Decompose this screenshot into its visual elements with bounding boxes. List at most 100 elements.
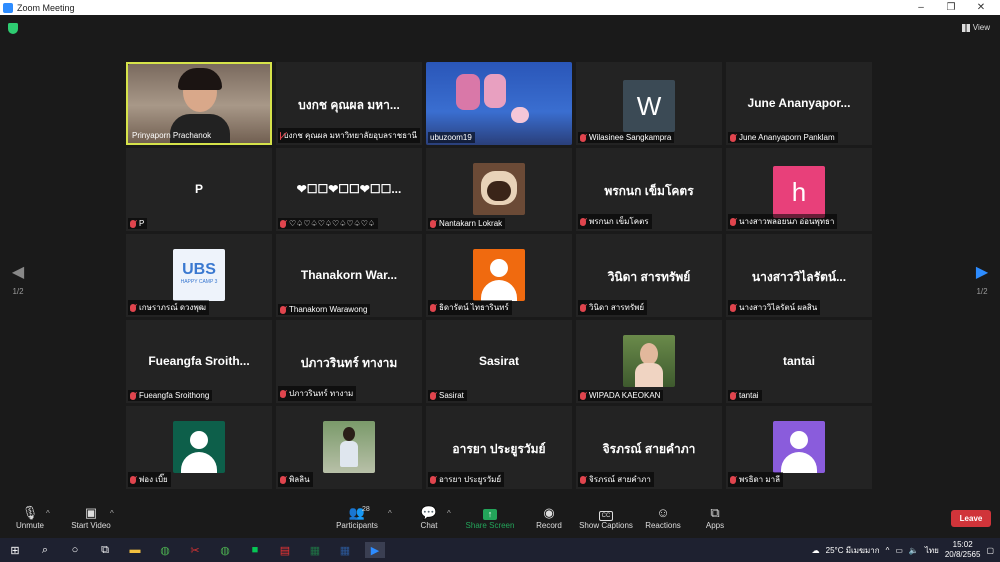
participants-label: Participants bbox=[336, 521, 378, 530]
word-icon[interactable]: ▦ bbox=[335, 542, 355, 558]
windows-start-icon[interactable]: ⊞ bbox=[5, 542, 25, 558]
volume-icon[interactable]: 🔈 bbox=[909, 546, 919, 555]
video-tile[interactable]: จิรภรณ์ สายคำภา จิรภรณ์ สายคำภา bbox=[576, 406, 722, 489]
video-tile[interactable]: อารยา ประยูรวัมย์ อารยา ประยูรวัมย์ bbox=[426, 406, 572, 489]
video-tile[interactable]: h นางสาวพลอยนภ อ่อนพุทธา bbox=[726, 148, 872, 231]
video-tile[interactable]: ❤☐☐❤☐☐❤☐☐... ♡♤♡♤♡♤♡♤♡♤♡♤ bbox=[276, 148, 422, 231]
video-tile[interactable]: ubuzoom19 bbox=[426, 62, 572, 145]
meeting-stage: View ◀ 1/2 ▶ 1/2 Prinyaporn Prachanok บง… bbox=[0, 15, 1000, 501]
weather-text[interactable]: 25°C มีเมฆมาก bbox=[826, 544, 880, 557]
participants-caret-icon[interactable]: ^ bbox=[388, 509, 392, 518]
windows-taskbar: ⊞ ⌕ ○ ⧉ ▬ ◍ ✂ ◍ ■ ▤ ▦ ▦ ▶ ☁ 25°C มีเมฆมา… bbox=[0, 538, 1000, 562]
snipping-tool-icon[interactable]: ✂ bbox=[185, 542, 205, 558]
close-button[interactable]: ✕ bbox=[966, 0, 996, 15]
participants-button[interactable]: 👥 28 Participants bbox=[334, 505, 380, 530]
participant-name: Prinyaporn Prachanok bbox=[130, 130, 214, 141]
notifications-icon[interactable]: ▢ bbox=[986, 546, 994, 555]
reactions-button[interactable]: ☺ Reactions bbox=[644, 505, 682, 530]
participant-name: Fueangfa Sroithong bbox=[128, 390, 213, 401]
zoom-taskbar-icon[interactable]: ▶ bbox=[365, 542, 385, 558]
chrome-icon[interactable]: ◍ bbox=[155, 542, 175, 558]
search-icon[interactable]: ⌕ bbox=[35, 542, 55, 558]
video-tile[interactable]: Prinyaporn Prachanok bbox=[126, 62, 272, 145]
video-tile[interactable]: พ่อง เบิ๊ย bbox=[126, 406, 272, 489]
participant-name: อารยา ประยูรวัมย์ bbox=[428, 472, 505, 487]
window-title: Zoom Meeting bbox=[17, 2, 75, 13]
participant-name-text: จิรภรณ์ สายคำภา bbox=[589, 475, 651, 484]
default-avatar-icon bbox=[473, 249, 525, 301]
unmute-label: Unmute bbox=[15, 521, 44, 530]
task-view-icon[interactable]: ⧉ bbox=[95, 542, 115, 558]
start-video-button[interactable]: ▣ Start Video bbox=[66, 505, 116, 530]
video-tile[interactable]: WIPADA KAEOKAN bbox=[576, 320, 722, 403]
video-tile[interactable]: W Wilasinee Sangkampra bbox=[576, 62, 722, 145]
video-tile[interactable]: ธิดารัตน์ ไทธารินทร์ bbox=[426, 234, 572, 317]
clock[interactable]: 15:02 20/8/2565 bbox=[945, 540, 981, 560]
cortana-icon[interactable]: ○ bbox=[65, 542, 85, 558]
participant-name-text: นางสาววิไลรัตน์ ผลสิน bbox=[739, 303, 818, 312]
audio-options-caret-icon[interactable]: ^ bbox=[46, 509, 50, 518]
network-icon[interactable]: ▭ bbox=[895, 546, 903, 555]
chrome-profile-icon[interactable]: ◍ bbox=[215, 542, 235, 558]
muted-mic-icon bbox=[430, 391, 436, 400]
participant-name-text: พ่อง เบิ๊ย bbox=[139, 475, 168, 484]
video-tile[interactable]: นางสาววิไลรัตน์... นางสาววิไลรัตน์ ผลสิน bbox=[726, 234, 872, 317]
video-tile[interactable]: June Ananyapor... June Ananyaporn Pankla… bbox=[726, 62, 872, 145]
participant-display-name: พรกนก เข็มโคตร bbox=[604, 184, 694, 198]
video-tile[interactable]: UBS HAPPY CAMP 3 เกษราภรณ์ ดวงพุฒ bbox=[126, 234, 272, 317]
video-tile[interactable]: Sasirat Sasirat bbox=[426, 320, 572, 403]
participant-name-text: WIPADA KAEOKAN bbox=[589, 391, 661, 400]
avatar bbox=[323, 421, 375, 473]
video-tile[interactable]: บงกช คุณผล มหา... บงกช คุณผล มหาวิทยาลัย… bbox=[276, 62, 422, 145]
unmute-button[interactable]: 🎙 Unmute bbox=[12, 505, 48, 530]
view-label: View bbox=[972, 23, 990, 32]
muted-mic-icon bbox=[730, 133, 736, 142]
participant-name-text: บงกช คุณผล มหาวิทยาลัยอุบลราชธานี bbox=[283, 131, 418, 140]
apps-button[interactable]: ⧉ Apps bbox=[700, 505, 730, 530]
video-tile[interactable]: Fueangfa Sroith... Fueangfa Sroithong bbox=[126, 320, 272, 403]
participant-name-text: P bbox=[139, 219, 145, 228]
chevron-right-icon: ▶ bbox=[975, 264, 989, 281]
chat-caret-icon[interactable]: ^ bbox=[447, 509, 451, 518]
meeting-toolbar: 🎙 Unmute ^ ▣ Start Video ^ 👥 28 Particip… bbox=[0, 501, 1000, 538]
minimize-button[interactable]: – bbox=[906, 0, 936, 15]
video-tile[interactable]: tantai tantai bbox=[726, 320, 872, 403]
tray-chevron-up-icon[interactable]: ^ bbox=[886, 546, 890, 555]
file-explorer-icon[interactable]: ▬ bbox=[125, 542, 145, 558]
chat-button[interactable]: 💬 Chat bbox=[414, 505, 444, 530]
avatar: h bbox=[773, 166, 825, 218]
maximize-button[interactable]: ❐ bbox=[936, 0, 966, 15]
show-captions-button[interactable]: CC Show Captions bbox=[578, 505, 634, 530]
participant-name-text: Thanakorn Warawong bbox=[289, 305, 368, 314]
participant-name: พรธิดา มาลี bbox=[728, 472, 784, 487]
participant-name-text: ธิดารัตน์ ไทธารินทร์ bbox=[439, 303, 509, 312]
video-tile[interactable]: พิลลิน bbox=[276, 406, 422, 489]
participant-name-text: ubuzoom19 bbox=[430, 133, 472, 142]
participants-icon: 👥 bbox=[348, 505, 366, 520]
excel-icon[interactable]: ▦ bbox=[305, 542, 325, 558]
language-indicator[interactable]: ไทย bbox=[925, 544, 939, 557]
previous-page-button[interactable]: ◀ 1/2 bbox=[8, 265, 28, 297]
grid-view-icon bbox=[961, 23, 970, 32]
participant-display-name: ปภาวรินทร์ ทางาม bbox=[300, 356, 398, 370]
next-page-button[interactable]: ▶ 1/2 bbox=[972, 264, 992, 297]
share-screen-button[interactable]: ↑ Share Screen bbox=[464, 505, 516, 530]
video-tile[interactable]: Thanakorn War... Thanakorn Warawong bbox=[276, 234, 422, 317]
participant-name: tantai bbox=[728, 390, 762, 401]
participant-name: Wilasinee Sangkampra bbox=[578, 132, 675, 143]
line-app-icon[interactable]: ■ bbox=[245, 542, 265, 558]
leave-button[interactable]: Leave bbox=[951, 510, 991, 527]
video-tile[interactable]: พรธิดา มาลี bbox=[726, 406, 872, 489]
video-tile[interactable]: Nantakarn Lokrak bbox=[426, 148, 572, 231]
video-tile[interactable]: พรกนก เข็มโคตร พรกนก เข็มโคตร bbox=[576, 148, 722, 231]
record-button[interactable]: ◉ Record bbox=[532, 505, 566, 530]
pdf-reader-icon[interactable]: ▤ bbox=[275, 542, 295, 558]
view-button[interactable]: View bbox=[961, 23, 990, 32]
video-tile[interactable]: P P bbox=[126, 148, 272, 231]
video-options-caret-icon[interactable]: ^ bbox=[110, 509, 114, 518]
video-tile[interactable]: วินิดา สารทรัพย์ วินิดา สารทรัพย์ bbox=[576, 234, 722, 317]
security-shield-icon[interactable] bbox=[8, 23, 18, 34]
video-tile[interactable]: ปภาวรินทร์ ทางาม ปภาวรินทร์ ทางาม bbox=[276, 320, 422, 403]
share-screen-icon: ↑ bbox=[464, 505, 516, 521]
muted-mic-icon bbox=[280, 305, 286, 314]
